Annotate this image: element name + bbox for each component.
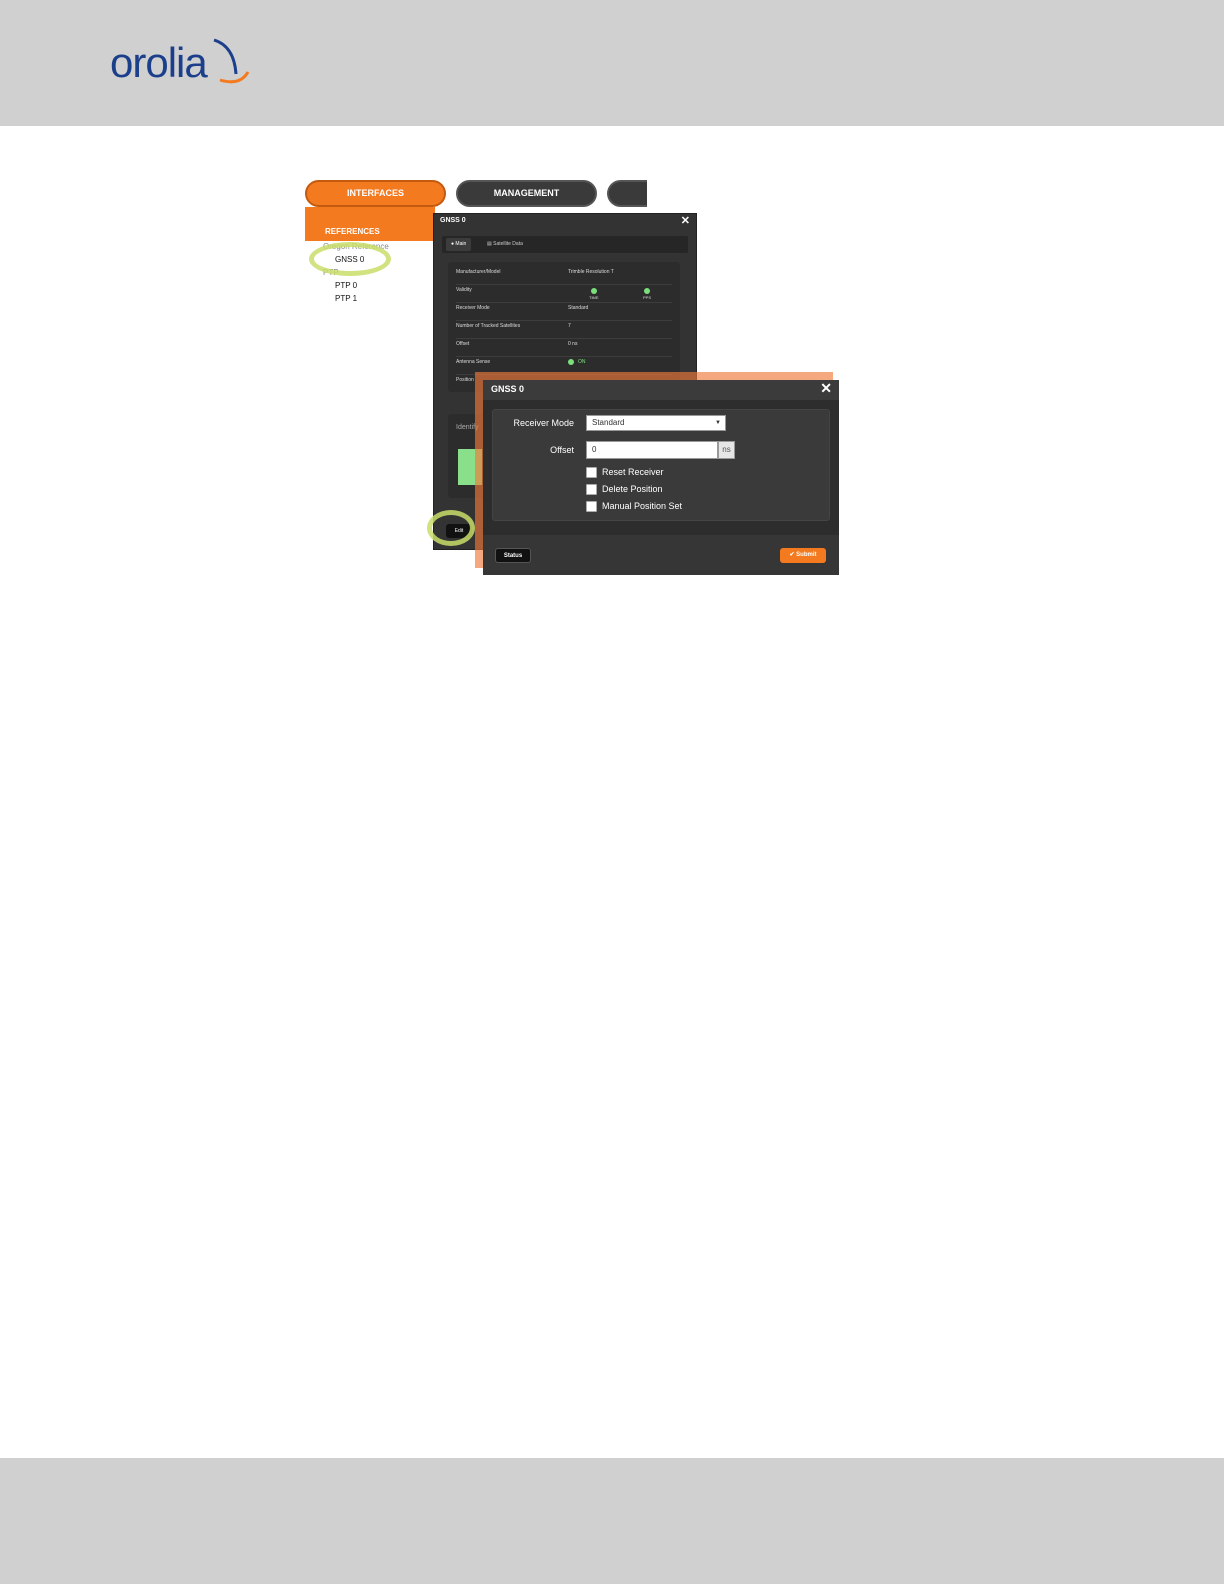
offset-unit: ns [718,441,735,459]
close-icon[interactable]: ✕ [820,380,832,397]
gnss0-highlight-ring [309,242,391,276]
pps-status-icon [644,288,650,294]
delete-position-label: Delete Position [602,484,663,494]
delete-position-checkbox[interactable] [586,484,597,495]
reset-receiver-checkbox[interactable] [586,467,597,478]
offset-input[interactable]: 0 [586,441,718,459]
status-tabs: ● Main ▤ Satellite Data [442,236,688,253]
edit-modal-header: GNSS 0 ✕ [483,380,839,400]
tab-satellite-data[interactable]: ▤ Satellite Data [482,238,528,251]
nav-more-button[interactable] [607,180,647,207]
nav-interfaces-button[interactable]: INTERFACES [305,180,446,207]
edit-highlight-ring [427,510,475,546]
sidebar-item-ptp1[interactable]: PTP 1 [335,294,357,303]
close-icon[interactable]: ✕ [681,214,690,227]
status-row: Number of Tracked Satellites 7 [456,320,672,339]
page-footer [0,1458,1224,1584]
edit-form: Receiver Mode Standard ▼ Offset 0 ns Res… [492,409,830,521]
page-header: orolia [0,0,1224,126]
status-row: Validity TIME PPS [456,284,672,303]
status-button[interactable]: Status [495,548,531,563]
status-row: Receiver Mode Standard [456,302,672,321]
time-status-icon [591,288,597,294]
status-row: Offset 0 ns [456,338,672,357]
edit-modal-title: GNSS 0 [491,384,525,394]
manual-position-checkbox[interactable] [586,501,597,512]
status-row: Manufacturer/Model Trimble Resolution T [456,266,672,285]
offset-label: Offset [550,445,574,455]
sidebar-item-ptp0[interactable]: PTP 0 [335,281,357,290]
submit-button[interactable]: ✔ Submit [780,548,826,563]
tab-main[interactable]: ● Main [446,238,472,251]
logo-arc-icon [213,38,250,84]
references-heading: REFERENCES [325,227,380,236]
receiver-mode-select[interactable]: Standard ▼ [586,415,726,431]
reset-receiver-label: Reset Receiver [602,467,664,477]
antenna-on-icon [568,359,574,365]
chevron-down-icon: ▼ [715,420,721,426]
screenshot-figure: INTERFACES MANAGEMENT REFERENCES Oregon … [305,180,850,580]
gnss-edit-modal: GNSS 0 ✕ Receiver Mode Standard ▼ Offset… [483,380,839,575]
manual-position-label: Manual Position Set [602,501,683,511]
status-modal-title: GNSS 0 [440,217,466,224]
receiver-mode-label: Receiver Mode [513,418,574,428]
edit-modal-footer: Status ✔ Submit [483,535,839,575]
nav-management-button[interactable]: MANAGEMENT [456,180,597,207]
orolia-logo: orolia [110,38,250,84]
